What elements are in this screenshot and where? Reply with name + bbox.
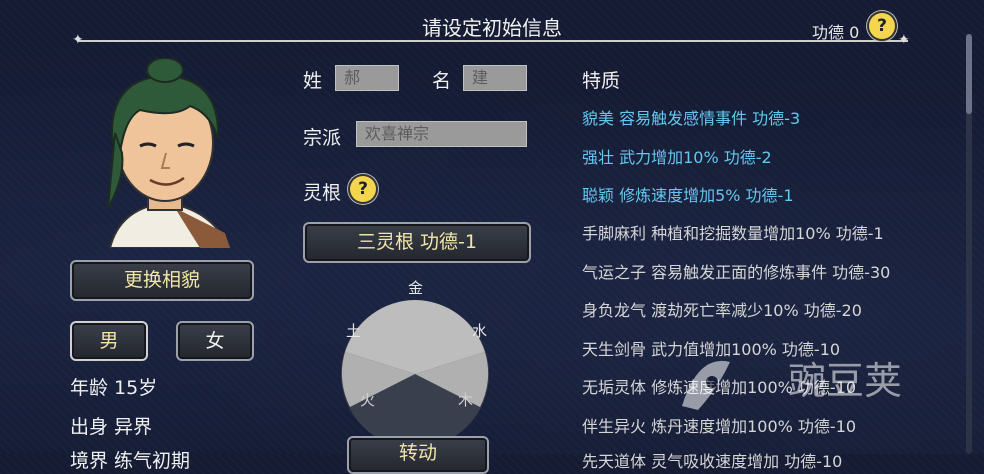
surname-input[interactable]: 郝: [335, 65, 399, 91]
sect-input[interactable]: 欢喜禅宗: [356, 121, 527, 147]
change-face-button[interactable]: 更换相貌: [70, 260, 254, 301]
trait-item[interactable]: 强壮 武力增加10% 功德-2: [582, 144, 772, 168]
element-wood-label: 木: [458, 391, 474, 409]
character-portrait: [107, 58, 232, 248]
trait-item[interactable]: 气运之子 容易触发正面的修炼事件 功德-30: [582, 259, 890, 283]
element-wheel[interactable]: [330, 272, 500, 454]
given-name-input[interactable]: 建: [463, 65, 527, 91]
trait-item[interactable]: 聪颖 修炼速度增加5% 功德-1: [582, 182, 794, 206]
watermark-logo: 豌豆荚: [682, 359, 902, 410]
merit-counter: 功德 0: [812, 23, 860, 42]
traits-title: 特质: [582, 70, 621, 92]
ornament-left-icon: ✦: [72, 32, 84, 48]
ornament-right-icon: ✦: [898, 32, 910, 48]
origin-text: 出身 异界: [70, 416, 153, 438]
scrollbar-thumb[interactable]: [966, 34, 972, 114]
spirit-root-button[interactable]: 三灵根 功德-1: [303, 222, 531, 263]
age-text: 年龄 15岁: [70, 377, 158, 399]
spin-button[interactable]: 转动: [347, 436, 489, 474]
element-earth-label: 土: [346, 322, 362, 340]
element-fire-label: 火: [360, 391, 376, 409]
realm-text: 境界 练气初期: [70, 450, 191, 472]
sect-label: 宗派: [303, 127, 342, 149]
element-metal-label: 金: [408, 279, 424, 297]
trait-item[interactable]: 手脚麻利 种植和挖掘数量增加10% 功德-1: [582, 220, 884, 244]
spirit-root-help-icon[interactable]: ?: [350, 176, 376, 202]
merit-help-icon[interactable]: ?: [869, 13, 895, 39]
trait-item[interactable]: 先天道体 灵气吸收速度增加 功德-10: [582, 448, 842, 472]
given-name-label: 名: [432, 70, 452, 92]
element-water-label: 水: [472, 322, 488, 340]
trait-item[interactable]: 身负龙气 渡劫死亡率减少10% 功德-20: [582, 297, 862, 321]
gender-female-button[interactable]: 女: [176, 321, 254, 361]
svg-text:豌豆荚: 豌豆荚: [788, 359, 902, 403]
spirit-root-label: 灵根: [303, 182, 342, 204]
trait-item[interactable]: 貌美 容易触发感情事件 功德-3: [582, 105, 800, 129]
header-divider: [78, 40, 908, 42]
gender-male-button[interactable]: 男: [70, 321, 148, 361]
surname-label: 姓: [303, 70, 323, 92]
